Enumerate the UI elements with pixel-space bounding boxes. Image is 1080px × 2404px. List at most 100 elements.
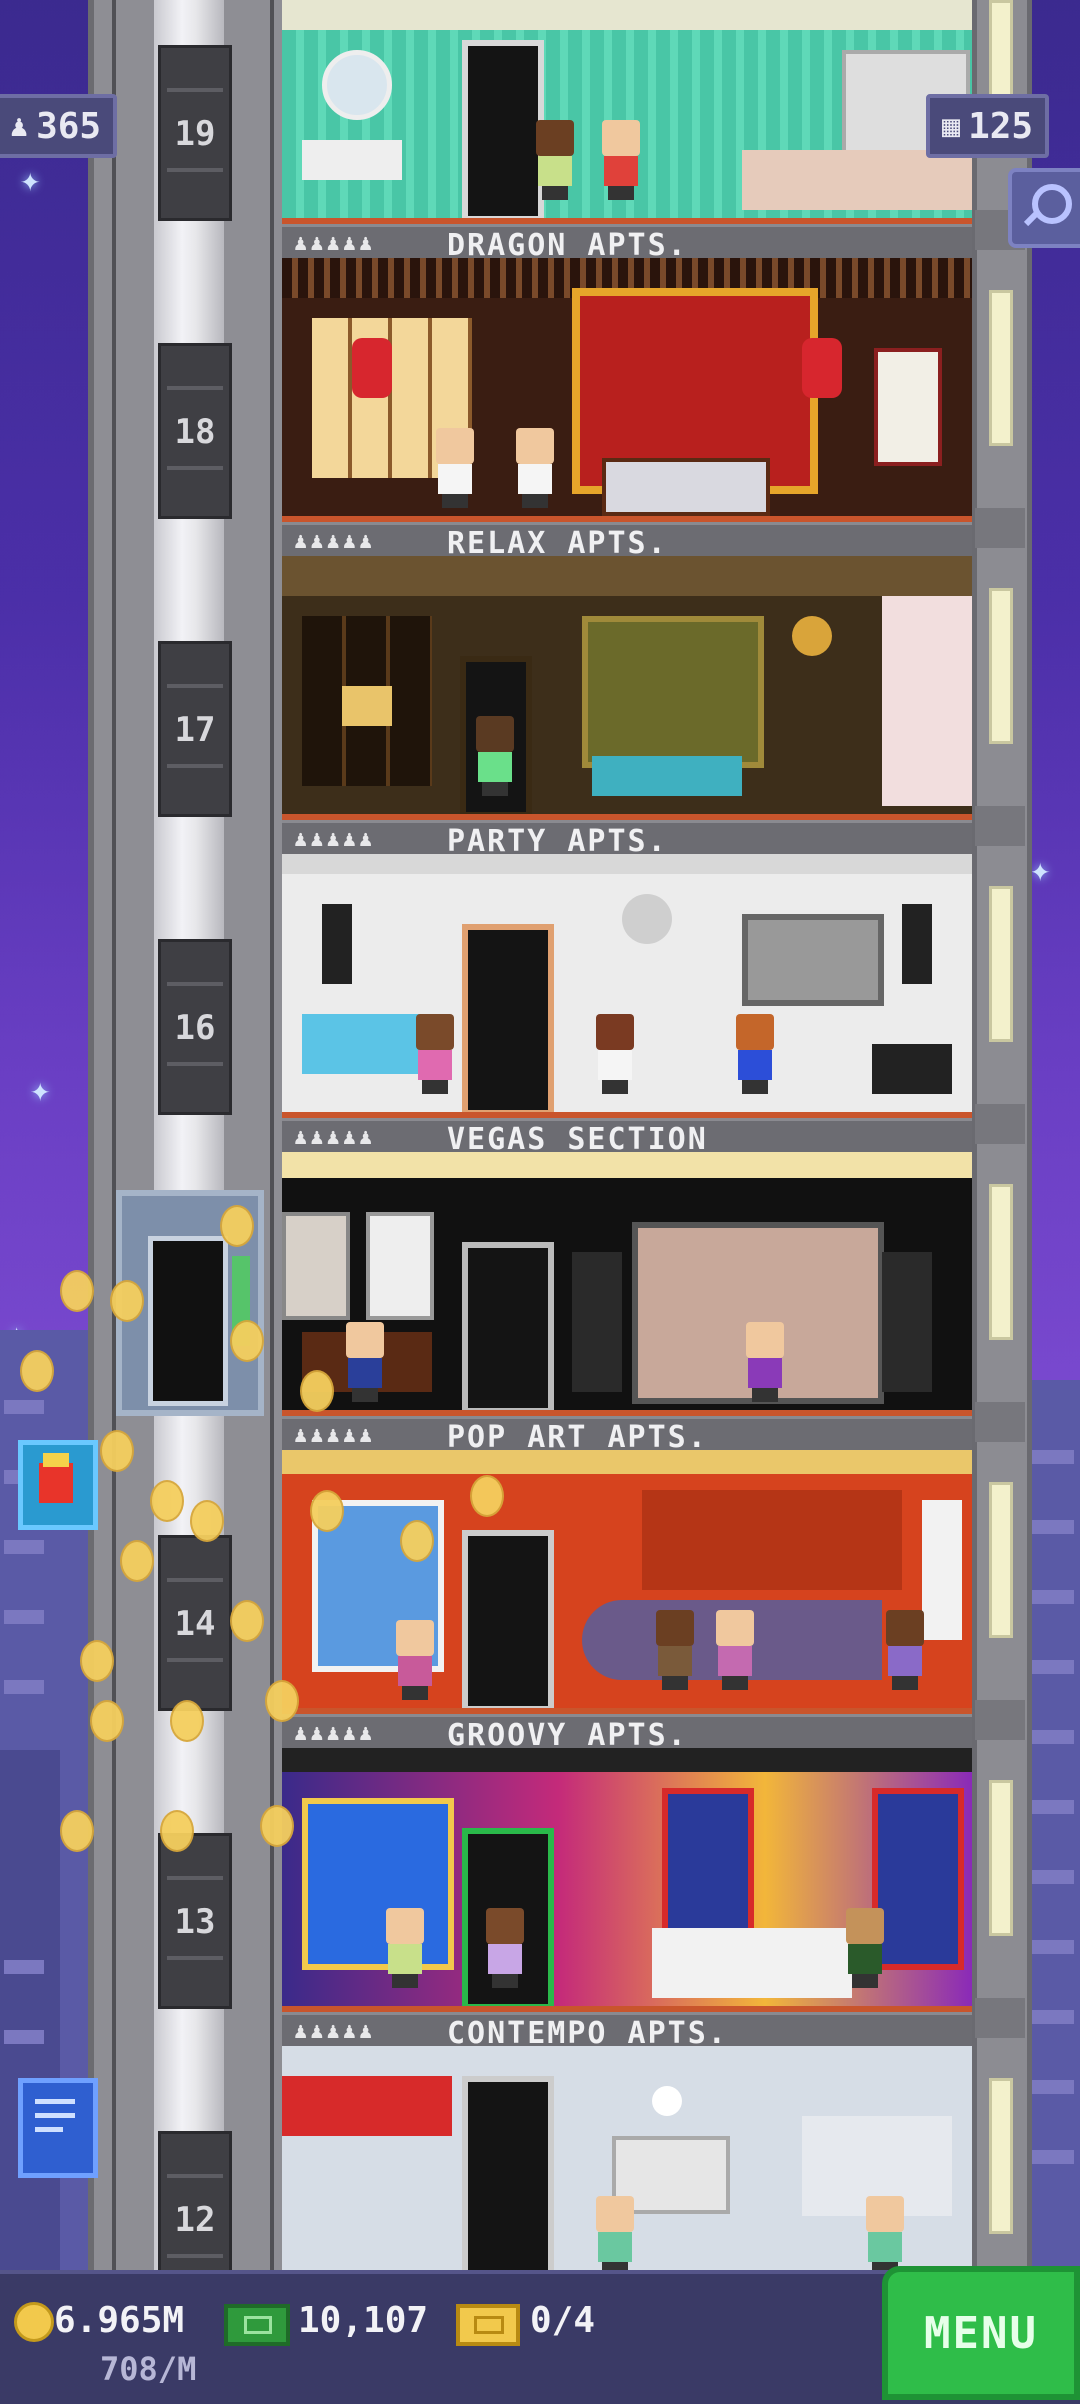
- resident[interactable]: [592, 2196, 638, 2270]
- occupancy-icons: ♟♟♟♟♟: [294, 231, 376, 256]
- resident[interactable]: [598, 120, 644, 200]
- coin-icon: [300, 1370, 334, 1412]
- resident[interactable]: [712, 1610, 758, 1690]
- vanity-table: [302, 140, 402, 180]
- resident[interactable]: [382, 1908, 428, 1988]
- population-value: 365: [36, 105, 102, 147]
- floor-17[interactable]: ♟♟♟♟♟ PARTY APTS.: [282, 556, 972, 854]
- window-curtain: [882, 596, 972, 806]
- ticket-icon: [456, 2304, 520, 2346]
- resident[interactable]: [532, 120, 578, 200]
- menu-button[interactable]: MENU: [882, 2266, 1080, 2400]
- tickets-value: 0/4: [530, 2300, 596, 2341]
- search-button[interactable]: [1008, 168, 1080, 248]
- coin-icon: [260, 1805, 294, 1847]
- door[interactable]: [462, 924, 554, 1116]
- notes-icon[interactable]: [18, 2078, 98, 2178]
- sofa: [592, 756, 742, 796]
- building-icon: ▦: [942, 108, 961, 144]
- coin-icon: [230, 1600, 264, 1642]
- floor-name: VEGAS SECTION: [447, 1122, 708, 1152]
- floor-18[interactable]: ♟♟♟♟♟ RELAX APTS.: [282, 258, 972, 556]
- resident[interactable]: [472, 716, 518, 796]
- counter: [742, 150, 972, 210]
- star-decoration: ✦: [30, 1070, 51, 1110]
- floor-number: 17: [174, 710, 216, 750]
- floors-value: 125: [968, 105, 1034, 147]
- occupancy-icons: ♟♟♟♟♟: [294, 1125, 376, 1150]
- room-interior: [282, 258, 972, 516]
- room-interior: [282, 854, 972, 1116]
- coin-icon: [14, 2302, 54, 2342]
- floor-14[interactable]: ♟♟♟♟♟ GROOVY APTS.: [282, 1450, 972, 1748]
- room-interior: [282, 0, 972, 222]
- fries-icon[interactable]: [18, 1440, 98, 1530]
- resident[interactable]: [742, 1322, 788, 1402]
- city-windows: [1030, 2150, 1074, 2164]
- shelf: [642, 1490, 902, 1590]
- floor-name: CONTEMPO APTS.: [447, 2016, 728, 2046]
- elevator-floor-indicator[interactable]: 13: [158, 1833, 232, 2009]
- coin-icon: [100, 1430, 134, 1472]
- floor-number: 16: [174, 1008, 216, 1048]
- city-windows: [1030, 1870, 1074, 1884]
- stairwell-light: [989, 886, 1013, 1042]
- floor-19[interactable]: ♟♟♟♟♟ DRAGON APTS.: [282, 0, 972, 258]
- elevator-floor-indicator[interactable]: 19: [158, 45, 232, 221]
- resident[interactable]: [862, 2196, 908, 2270]
- floor-label-bar: ♟♟♟♟♟ CONTEMPO APTS.: [282, 2012, 972, 2046]
- stairwell-light: [989, 2078, 1013, 2234]
- door[interactable]: [462, 1242, 554, 1414]
- coin-icon: [60, 1270, 94, 1312]
- scroll-sign: [874, 348, 942, 466]
- room-interior: [282, 2046, 972, 2270]
- elevator-floor-indicator[interactable]: 18: [158, 343, 232, 519]
- resident[interactable]: [432, 428, 478, 508]
- floor-label-bar: ♟♟♟♟♟ POP ART APTS.: [282, 1416, 972, 1450]
- elevator-floor-indicator[interactable]: 12: [158, 2131, 232, 2276]
- coin-icon: [110, 1280, 144, 1322]
- resident[interactable]: [652, 1610, 698, 1690]
- red-wall: [282, 2076, 452, 2136]
- door[interactable]: [462, 2076, 554, 2270]
- elevator-floor-indicator[interactable]: 16: [158, 939, 232, 1115]
- stairwell-bracket: [975, 806, 1025, 846]
- floors-counter[interactable]: ▦ 125: [926, 94, 1050, 158]
- elevator-shaft[interactable]: 19 18 17 16 14 13 12: [88, 0, 296, 2276]
- coin-icon: [60, 1810, 94, 1852]
- city-windows: [1030, 1520, 1074, 1534]
- coin-icon: [20, 1350, 54, 1392]
- coin-icon: [120, 1540, 154, 1582]
- city-windows: [4, 1680, 44, 1694]
- door[interactable]: [462, 1530, 554, 1712]
- floor-number: 13: [174, 1902, 216, 1942]
- resident[interactable]: [512, 428, 558, 508]
- floor-16[interactable]: ♟♟♟♟♟ VEGAS SECTION: [282, 854, 972, 1152]
- occupancy-icons: ♟♟♟♟♟: [294, 827, 376, 852]
- peace-sign-poster: [302, 1798, 454, 1970]
- resident[interactable]: [592, 1014, 638, 1094]
- resident[interactable]: [482, 1908, 528, 1988]
- hanging-lamp: [792, 616, 832, 656]
- city-windows: [4, 2030, 44, 2044]
- resident[interactable]: [732, 1014, 778, 1094]
- stairwell-light: [989, 1482, 1013, 1638]
- floor-13[interactable]: ♟♟♟♟♟ CONTEMPO APTS.: [282, 1748, 972, 2046]
- stairwell-light: [989, 1184, 1013, 1340]
- stairwell-bracket: [975, 1104, 1025, 1144]
- resident[interactable]: [412, 1014, 458, 1094]
- floor-15[interactable]: ♟♟♟♟♟ POP ART APTS.: [282, 1152, 972, 1450]
- population-counter[interactable]: ♟ 365: [0, 94, 118, 158]
- speaker: [322, 904, 352, 984]
- elevator-floor-indicator[interactable]: 17: [158, 641, 232, 817]
- speaker: [882, 1252, 932, 1392]
- resident[interactable]: [392, 1620, 438, 1700]
- floor-12[interactable]: [282, 2046, 972, 2270]
- resident[interactable]: [842, 1908, 888, 1988]
- floor-label-bar: ♟♟♟♟♟ GROOVY APTS.: [282, 1714, 972, 1748]
- elevator-floor-indicator[interactable]: 14: [158, 1535, 232, 1711]
- resident[interactable]: [882, 1610, 928, 1690]
- city-windows: [1030, 1450, 1074, 1464]
- resident[interactable]: [342, 1322, 388, 1402]
- floor-label-bar: ♟♟♟♟♟ RELAX APTS.: [282, 522, 972, 556]
